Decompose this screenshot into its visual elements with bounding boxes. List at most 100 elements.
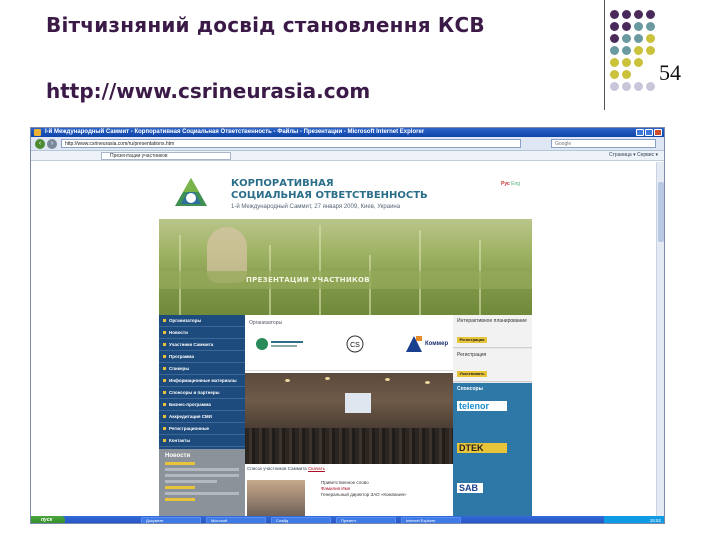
decorative-dot [634, 46, 643, 55]
taskbar-item[interactable]: Презент [336, 517, 396, 523]
language-switch: Рус Eng [501, 181, 520, 187]
nav-item[interactable]: Спикеры [159, 363, 245, 375]
organizer-logo-2[interactable]: CS [345, 335, 365, 353]
greeting-line: Генеральный директор ЗАО «Компания» [321, 492, 407, 497]
maximize-icon[interactable] [645, 129, 653, 136]
sponsor-logo[interactable]: DTEK [457, 443, 507, 453]
taskbar-item[interactable]: Слайд [271, 517, 331, 523]
csr-logo-icon [175, 178, 207, 206]
organizers-strip: Организаторы CS Коммер [245, 315, 453, 371]
site-nav: Организаторы Новости Участники Саммита П… [159, 315, 245, 449]
nav-item[interactable]: Информационные материалы [159, 375, 245, 387]
download-link[interactable]: Скачать [308, 466, 325, 471]
decorative-dot [634, 10, 643, 19]
decorative-dot [646, 22, 655, 31]
site-title-line2: СОЦИАЛЬНАЯ ОТВЕТСТВЕННОСТЬ [231, 190, 428, 201]
page-number: 54 [659, 60, 681, 85]
speaker-photo [247, 480, 305, 516]
system-tray-clock: 15:52 [604, 516, 664, 523]
toolbar-tools[interactable]: Страница ▾ Сервис ▾ [609, 152, 658, 158]
decorative-dot [622, 22, 631, 31]
site-subtitle: 1-й Международный Саммит, 27 января 2009… [231, 204, 401, 210]
site-title-line1: КОРПОРАТИВНАЯ [231, 178, 334, 189]
search-input[interactable]: Google [551, 139, 656, 148]
sponsor-logo[interactable]: SAB [457, 483, 483, 493]
decorative-dot [634, 82, 643, 91]
decorative-dot [622, 46, 631, 55]
taskbar-item[interactable]: Microsoft [206, 517, 266, 523]
sponsors-box: Спонсоры telenor DTEK SAB [453, 383, 532, 516]
taskbar-item[interactable]: Документ [141, 517, 201, 523]
decorative-dot [622, 34, 631, 43]
sponsors-label: Спонсоры [457, 386, 483, 392]
decorative-dot [646, 34, 655, 43]
slide-title: Вітчизняний досвід становлення КСВ [46, 13, 485, 37]
interactive-title: Интерактивное планирование [457, 318, 527, 324]
participants-caption: Список участников Саммита Скачать [247, 466, 325, 471]
windows-taskbar: пуск Документ Microsoft Слайд Презент In… [31, 516, 664, 523]
minimize-icon[interactable] [636, 129, 644, 136]
close-icon[interactable] [654, 129, 662, 136]
caption-text: Список участников Саммита [247, 466, 309, 471]
decorative-dot [622, 58, 631, 67]
nav-item[interactable]: Регистрационные [159, 423, 245, 435]
decorative-dot [646, 82, 655, 91]
sponsor-logo[interactable]: telenor [457, 401, 507, 411]
nav-item[interactable]: Аккредитация СМИ [159, 411, 245, 423]
interactive-button[interactable]: Регистрация [457, 337, 487, 343]
decorative-dot [634, 22, 643, 31]
decorative-dot [634, 58, 643, 67]
decorative-dot [610, 46, 619, 55]
tab-presentations[interactable]: Презентации участников [101, 152, 231, 160]
lang-en-link[interactable]: Eng [511, 181, 520, 187]
organizers-label: Организаторы [249, 320, 283, 326]
nav-item[interactable]: Программа [159, 351, 245, 363]
page-scrollbar[interactable] [656, 162, 664, 516]
decorative-dot [610, 70, 619, 79]
lang-ru-link[interactable]: Рус [501, 181, 510, 187]
decorative-dot [622, 70, 631, 79]
organizer-commer[interactable]: Коммер [425, 341, 448, 347]
scrollbar-thumb[interactable] [658, 182, 664, 242]
start-button[interactable]: пуск [31, 516, 65, 523]
decorative-dot [610, 22, 619, 31]
slide-divider [604, 0, 605, 110]
decorative-dot-grid [610, 10, 662, 96]
window-controls [636, 129, 662, 136]
decorative-dot [646, 46, 655, 55]
nav-item[interactable]: Бизнес-программа [159, 399, 245, 411]
web-page: КОРПОРАТИВНАЯ СОЦИАЛЬНАЯ ОТВЕТСТВЕННОСТЬ… [31, 162, 658, 516]
conference-photo [245, 373, 453, 464]
forward-icon[interactable]: › [47, 139, 57, 149]
right-column: Интерактивное планирование Регистрация Р… [453, 315, 532, 516]
slide-url: http://www.csrineurasia.com [46, 79, 371, 103]
decorative-dot [622, 10, 631, 19]
browser-titlebar: I-й Международный Саммит - Корпоративная… [31, 128, 664, 137]
decorative-dot [610, 10, 619, 19]
banner-heading: ПРЕЗЕНТАЦИИ УЧАСТНИКОВ [246, 276, 370, 284]
nav-item[interactable]: Участники Саммита [159, 339, 245, 351]
browser-screenshot: I-й Международный Саммит - Корпоративная… [30, 127, 665, 524]
taskbar-item[interactable]: Internet Explorer [401, 517, 461, 523]
registration-box: Регистрация Участвовать [453, 349, 532, 382]
decorative-dot [610, 58, 619, 67]
nav-item[interactable]: Спонсоры и партнеры [159, 387, 245, 399]
organizer-logo-1[interactable] [255, 335, 305, 353]
registration-title: Регистрация [457, 352, 487, 358]
nav-item[interactable]: Новости [159, 327, 245, 339]
decorative-dot [646, 10, 655, 19]
hero-banner: ПРЕЗЕНТАЦИИ УЧАСТНИКОВ [159, 219, 532, 315]
svg-text:CS: CS [350, 342, 360, 349]
back-icon[interactable]: ‹ [35, 139, 45, 149]
address-input[interactable]: http://www.csrineurasia.com/ru/presentat… [61, 139, 521, 148]
interactive-box: Интерактивное планирование Регистрация [453, 315, 532, 348]
organizer-logo-3[interactable] [405, 335, 423, 353]
decorative-dot [610, 82, 619, 91]
nav-item[interactable]: Организаторы [159, 315, 245, 327]
greeting-block: Приветственное слово Фамилия Имя Генерал… [321, 480, 407, 498]
decorative-dot [610, 34, 619, 43]
address-bar-row: ‹ › http://www.csrineurasia.com/ru/prese… [31, 137, 664, 151]
registration-button[interactable]: Участвовать [457, 371, 487, 377]
nav-item[interactable]: Контакты [159, 435, 245, 447]
news-box: Новости [159, 449, 245, 516]
